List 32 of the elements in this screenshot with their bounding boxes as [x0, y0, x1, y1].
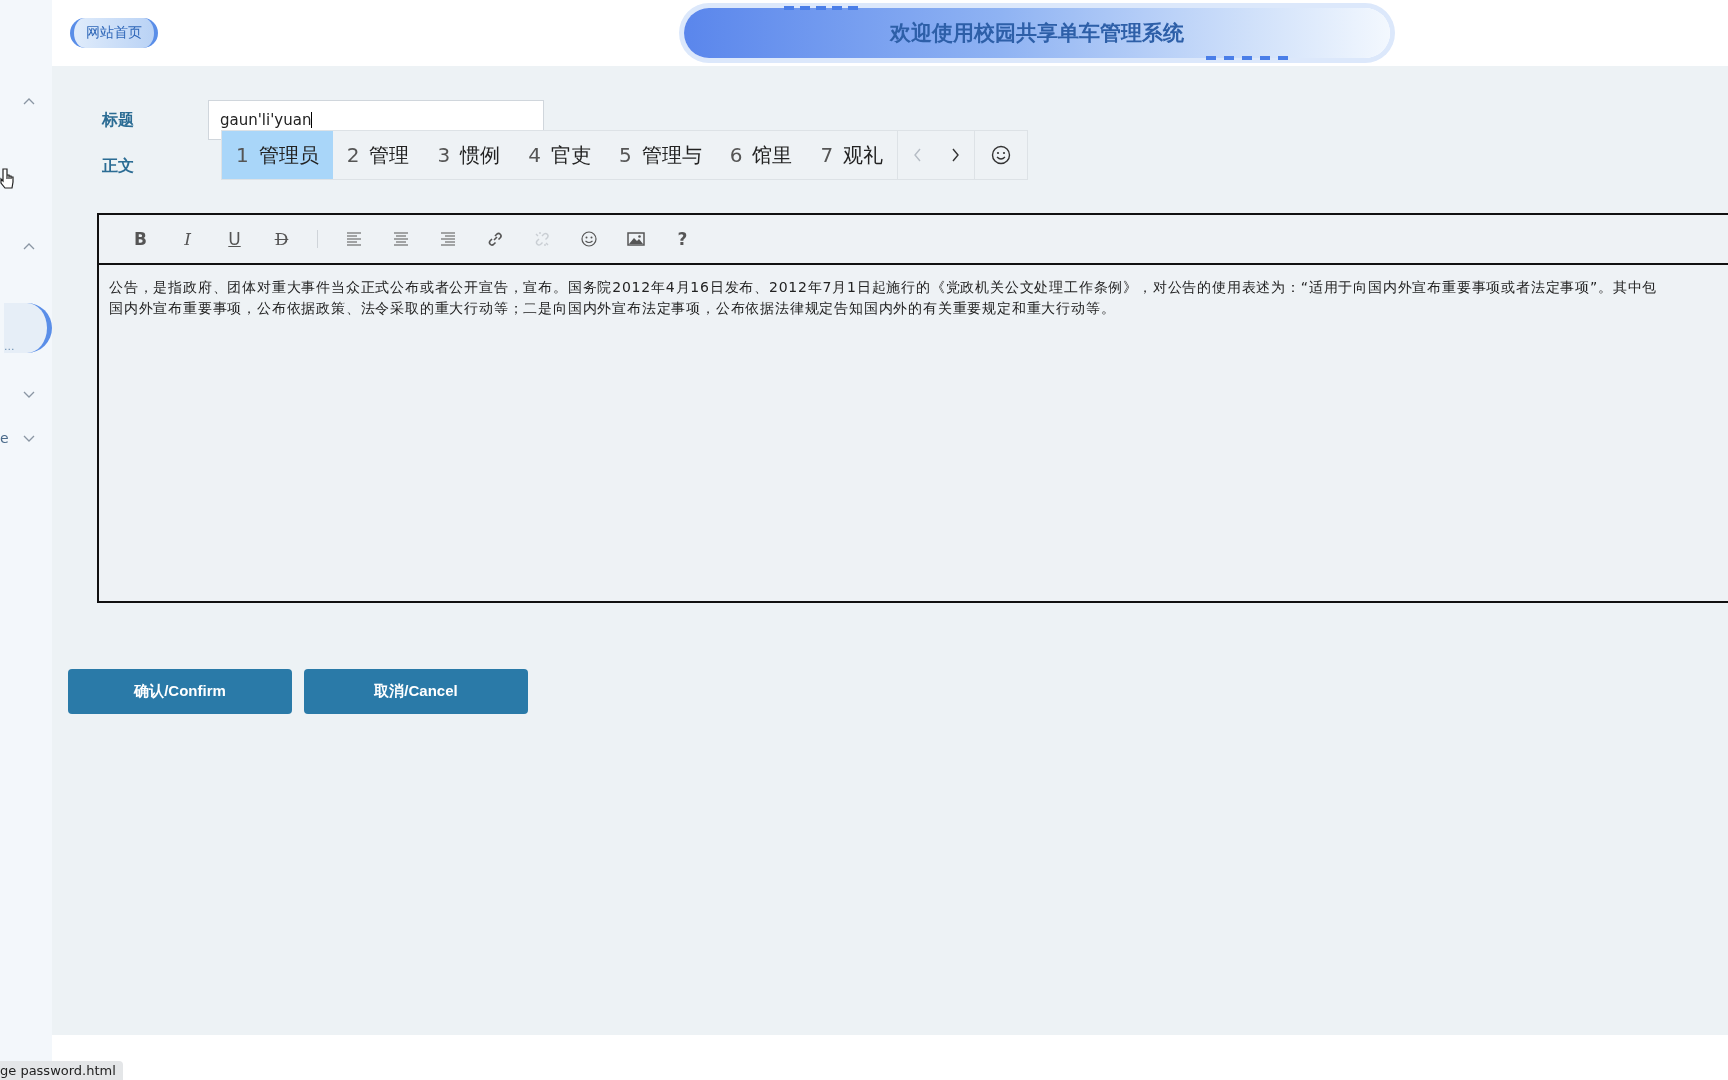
sidebar-label: e [0, 430, 9, 446]
help-button[interactable]: ? [659, 229, 706, 249]
collapse-chevron-icon[interactable] [22, 241, 36, 251]
field-label: 标题 [100, 109, 135, 131]
ime-candidate[interactable]: 1 管理员 [222, 131, 333, 179]
page-title: 欢迎使用校园共享单车管理系统 [890, 20, 1184, 47]
align-right-icon[interactable] [439, 231, 456, 247]
cancel-button[interactable]: 取消/Cancel [304, 669, 528, 714]
align-left-icon[interactable] [345, 231, 362, 247]
status-url: ge password.html [0, 1061, 123, 1080]
editor-text-line: 公告，是指政府、团体对重大事件当众正式公布或者公开宣告，宣布。国务院2012年4月16日发布、2012年7月1日起施行的《党政机关公文处理工作条例》，对公告的使用表述为：“适用于向国内外宣布重要事项或者法定事项”。其中包 [109, 278, 1659, 297]
expand-chevron-icon[interactable] [22, 433, 36, 443]
next-page-icon[interactable] [950, 148, 960, 162]
confirm-button[interactable]: 确认/Confirm [68, 669, 292, 714]
bold-button[interactable]: B [117, 229, 164, 249]
italic-button[interactable]: I [164, 229, 211, 249]
emoji-icon[interactable] [580, 231, 597, 247]
editor-text-line: 国内外宣布重要事项，公布依据政策、法令采取的重大行动等；二是向国内外宣布法定事项，公布依据法律规定告知国内外的有关重要规定和重大行动等。 [109, 299, 1117, 318]
emoji-icon[interactable] [991, 145, 1012, 165]
collapse-chevron-icon[interactable] [22, 96, 36, 106]
ime-candidate[interactable]: 7 观礼 [806, 131, 898, 179]
home-link[interactable]: 网站首页 [70, 18, 158, 48]
strike-button[interactable]: D [258, 229, 305, 249]
ime-candidate[interactable]: 6 馆里 [715, 131, 807, 179]
image-icon[interactable] [626, 231, 645, 247]
field-label: 正文 [101, 155, 135, 177]
expand-chevron-icon[interactable] [22, 389, 36, 399]
align-center-icon[interactable] [392, 231, 409, 247]
link-icon[interactable] [486, 231, 503, 247]
underline-button[interactable]: U [211, 229, 258, 249]
ime-candidate[interactable]: 5 管理与 [604, 131, 716, 179]
rich-text-editor[interactable]: B I U D ? 公告，是指政府、团体对重大事件当众正式公布或者公开宣告，宣布。国务院2012年4月16日发布、2012年7月1日起施行的《党政机关公文处理工作条例》，对公告的使用表述为：“适用于向国内外宣布重要事项或者法定事项”。其中包 国内外宣布重要事项，公布依据政策、法令采取的重大行动等；二是向国内外宣布法定事项，公布依据法律规定告知国内外的有关重要规定和重大行动等。 [97, 213, 1728, 603]
